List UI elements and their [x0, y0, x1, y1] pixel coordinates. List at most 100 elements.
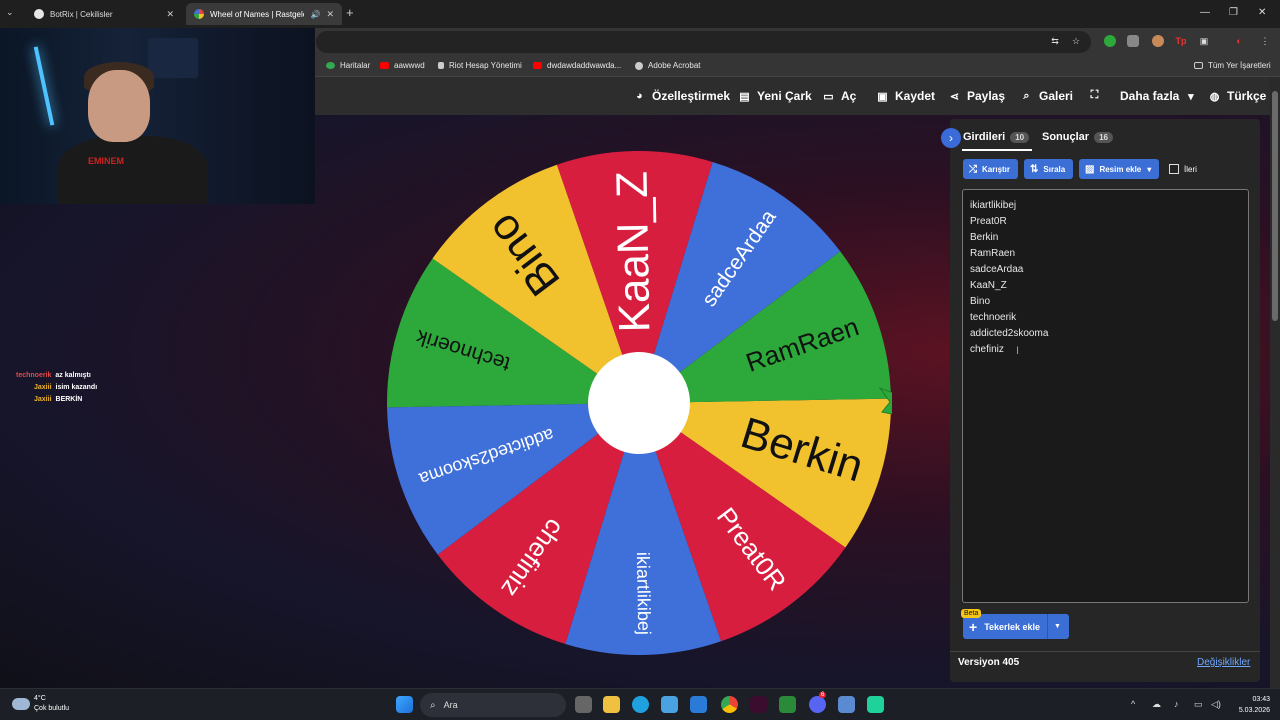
shirt-print: EMINEM [88, 156, 124, 166]
background-monitor [148, 38, 198, 78]
chat-line: Jaxiii BERKİN [16, 396, 97, 408]
sort-button[interactable]: ⇅ Sırala [1024, 159, 1073, 179]
open-button[interactable]: ▭ Aç [822, 89, 856, 103]
nav-label: Özelleştirmek [652, 89, 731, 103]
tab-entries[interactable]: Girdileri 10 [963, 131, 1030, 143]
maximize-icon[interactable]: ❐ [1229, 7, 1238, 18]
wheel-center-hub[interactable] [588, 352, 690, 454]
task-view-icon[interactable] [575, 696, 592, 713]
fullscreen-button[interactable]: ⛶ [1088, 89, 1107, 102]
extension-green-icon[interactable] [1104, 35, 1116, 47]
page-scrollbar[interactable] [1270, 77, 1280, 688]
collapse-chevron-icon[interactable]: › [941, 128, 961, 148]
bookmark-youtube-1[interactable]: aawwwd [380, 61, 425, 70]
more-menu[interactable]: Daha fazla ▾ [1120, 89, 1197, 103]
tab-list-chevron-icon[interactable]: ⌄ [6, 7, 14, 18]
spin-wheel[interactable]: BerkinPreat0Rikiartlikibejchefinizaddict… [386, 150, 892, 656]
audio-icon[interactable]: 🔊 [310, 10, 320, 19]
bookmark-adobe[interactable]: Adobe Acrobat [635, 61, 700, 70]
scrollbar-thumb[interactable] [1272, 91, 1278, 321]
bookmark-youtube-2[interactable]: dwdawdaddwawda... [533, 61, 621, 70]
extensions-puzzle-icon[interactable]: ▣ [1198, 35, 1210, 47]
search-icon: ⌕ [1023, 89, 1030, 102]
botrix-favicon-icon [34, 9, 44, 19]
tab-wheel-of-names[interactable]: Wheel of Names | Rastgele 🔊 ✕ [186, 3, 342, 25]
shuffle-button[interactable]: ⤮ Karıştır [963, 159, 1018, 179]
close-tab-icon[interactable]: ✕ [166, 9, 174, 20]
nav-label: Yeni Çark [757, 89, 812, 103]
vscode-purple-icon[interactable] [750, 696, 767, 713]
tab-results[interactable]: Sonuçlar 16 [1042, 131, 1113, 143]
youtube-icon [380, 62, 389, 69]
microphone-icon[interactable]: ♪ [1174, 699, 1179, 709]
bookmark-maps[interactable]: Haritalar [326, 61, 370, 70]
app-teal-icon[interactable] [867, 696, 884, 713]
clock[interactable]: 03:43 5.03.2026 [1230, 694, 1270, 716]
discord-icon[interactable] [809, 696, 826, 713]
advanced-checkbox[interactable]: İleri [1169, 164, 1197, 174]
discord-notification-badge: 6 [819, 692, 827, 698]
add-image-label: Resim ekle [1099, 164, 1142, 174]
translate-icon[interactable]: ⇆ [1049, 35, 1061, 47]
chat-username: technoerik [16, 372, 52, 379]
minimize-icon[interactable]: — [1200, 7, 1210, 18]
file-explorer-icon[interactable] [603, 696, 620, 713]
streamer-body [58, 136, 208, 204]
display-icon[interactable]: ▭ [1194, 699, 1203, 710]
extension-tp-icon[interactable]: Tp [1175, 35, 1187, 47]
cloud-sync-icon[interactable]: ☁ [1152, 699, 1161, 710]
weather-widget[interactable]: 4°C Çok bulutlu [12, 694, 69, 714]
add-wheel-label: Tekerlek ekle [984, 621, 1041, 632]
app-green-icon[interactable] [779, 696, 796, 713]
entries-count-badge: 10 [1010, 131, 1030, 143]
browser-tab-strip: ⌄ BotRix | Cekilisler ✕ Wheel of Names |… [0, 0, 1280, 28]
extension-gray-icon[interactable] [1127, 35, 1139, 47]
mail-icon[interactable] [690, 696, 707, 713]
gallery-button[interactable]: ⌕ Galeri [1020, 89, 1073, 103]
close-tab-icon[interactable]: ✕ [326, 9, 334, 20]
customize-button[interactable]: ◕ Özelleştirmek [633, 89, 730, 103]
temperature: 4°C [34, 695, 46, 702]
bookmark-riot[interactable]: Riot Hesap Yönetimi [438, 61, 522, 70]
store-icon[interactable] [661, 696, 678, 713]
app-blue-icon[interactable] [838, 696, 855, 713]
riot-icon [438, 62, 444, 69]
clock-time: 03:43 [1252, 696, 1270, 703]
search-icon: ⌕ [430, 699, 436, 711]
palette-icon: ◕ [636, 90, 643, 102]
checkbox-box[interactable] [1169, 164, 1179, 174]
bookmark-star-icon[interactable]: ☆ [1070, 35, 1082, 47]
share-button[interactable]: ⋖ Paylaş [948, 89, 1005, 103]
volume-icon[interactable]: ◁) [1211, 699, 1221, 710]
new-tab-plus-icon[interactable]: + [346, 5, 354, 20]
close-window-icon[interactable]: ✕ [1258, 7, 1266, 18]
extension-avatar-icon[interactable] [1152, 35, 1164, 47]
windows-start-icon[interactable] [396, 696, 413, 713]
beta-badge: Beta [961, 609, 982, 618]
chat-overlay: technoerik az kalmıştı Jaxiii isim kazandı… [16, 372, 97, 408]
save-button[interactable]: ▣ Kaydet [876, 89, 935, 103]
entry-line: Bino [970, 296, 991, 307]
text-cursor-icon: I [1016, 345, 1020, 357]
tray-chevron-icon[interactable]: ^ [1131, 699, 1135, 709]
tab-botrix[interactable]: BotRix | Cekilisler ✕ [26, 3, 182, 25]
edge-icon[interactable] [632, 696, 649, 713]
address-bar[interactable] [316, 31, 1091, 53]
new-wheel-button[interactable]: ▤ Yeni Çark [738, 89, 812, 103]
search-label: Ara [443, 700, 458, 710]
add-image-button[interactable]: ▨ Resim ekle ▾ [1079, 159, 1159, 179]
changes-link[interactable]: Değişiklikler [1197, 657, 1250, 668]
maps-pin-icon [326, 62, 335, 69]
dropdown-caret-icon[interactable]: ▼ [1054, 623, 1061, 630]
language-menu[interactable]: ◍ Türkçe [1208, 89, 1267, 103]
bookmark-label: Tüm Yer İşaretleri [1208, 61, 1271, 70]
menu-dots-icon[interactable]: ⋮ [1259, 35, 1271, 47]
all-bookmarks[interactable]: Tüm Yer İşaretleri [1194, 61, 1271, 70]
taskbar-search[interactable]: ⌕ Ara [420, 693, 566, 717]
chat-username: Jaxiii [34, 396, 52, 403]
entries-textarea[interactable]: ikiartlikibej Preat0R Berkin RamRaen sad… [962, 189, 1249, 603]
profile-icon[interactable]: ◐ [1233, 35, 1245, 47]
chat-username: Jaxiii [34, 384, 52, 391]
chrome-icon[interactable] [721, 696, 738, 713]
chat-message: az kalmıştı [55, 372, 91, 379]
